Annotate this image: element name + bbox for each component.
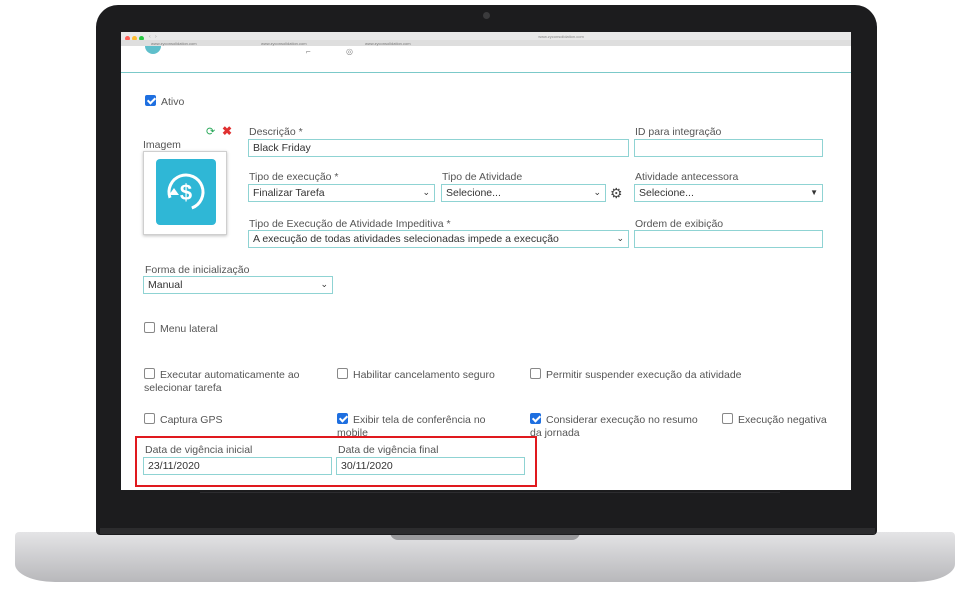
captura-gps-checkbox[interactable] xyxy=(144,413,155,424)
executar-auto-label-cont: selecionar tarefa xyxy=(144,382,222,394)
descricao-label: Descrição * xyxy=(249,126,303,138)
descricao-input[interactable]: Black Friday xyxy=(248,139,629,157)
tipo-execucao-impeditiva-label: Tipo de Execução de Atividade Impeditiva… xyxy=(249,218,451,230)
considerar-execucao-checkbox[interactable] xyxy=(530,413,541,424)
money-cycle-icon: $ xyxy=(156,159,216,225)
forma-inicializacao-label: Forma de inicialização xyxy=(145,264,250,276)
ordem-exibicao-input[interactable] xyxy=(634,230,823,248)
laptop-hinge xyxy=(100,528,875,534)
permitir-suspender-label: Permitir suspender execução da atividade xyxy=(546,369,742,381)
screen: ‹ › www.zyconsolidation.com www.zyconsol… xyxy=(121,32,851,490)
tipo-execucao-select[interactable]: Finalizar Tarefa ⌄ xyxy=(248,184,435,202)
execucao-negativa-checkbox[interactable] xyxy=(722,413,733,424)
id-integracao-label: ID para integração xyxy=(635,126,722,138)
camera-icon xyxy=(483,12,490,19)
tipo-atividade-select[interactable]: Selecione... ⌄ xyxy=(441,184,606,202)
ordem-exibicao-label: Ordem de exibição xyxy=(635,218,724,230)
image-preview[interactable]: $ xyxy=(143,151,227,235)
considerar-execucao-label-cont: da jornada xyxy=(530,427,580,439)
gear-icon[interactable]: ⚙ xyxy=(610,185,623,202)
highlight-box xyxy=(135,436,537,487)
executar-auto-checkbox[interactable] xyxy=(144,368,155,379)
chevron-down-icon: ⌄ xyxy=(422,187,430,197)
atividade-antecessora-label: Atividade antecessora xyxy=(635,171,739,183)
tab-strip: www.zyconsolidation.com www.zyconsolidat… xyxy=(121,40,851,46)
tipo-execucao-impeditiva-select[interactable]: A execução de todas atividades seleciona… xyxy=(248,230,629,248)
delete-icon[interactable]: ✖ xyxy=(222,124,232,138)
tipo-atividade-value: Selecione... xyxy=(446,187,501,199)
browser-toolbar: ‹ › www.zyconsolidation.com www.zyconsol… xyxy=(121,32,851,46)
tipo-execucao-impeditiva-value: A execução de todas atividades seleciona… xyxy=(253,233,559,245)
forma-inicializacao-value: Manual xyxy=(148,279,183,291)
svg-text:$: $ xyxy=(180,180,192,205)
app-logo xyxy=(145,46,161,54)
tipo-execucao-label: Tipo de execução * xyxy=(249,171,339,183)
settings-icon[interactable]: ◎ xyxy=(346,47,353,56)
chevron-down-icon: ⌄ xyxy=(616,233,624,243)
exibir-tela-label: Exibir tela de conferência no xyxy=(353,414,486,426)
triangle-down-icon: ▼ xyxy=(810,188,818,197)
tipo-execucao-value: Finalizar Tarefa xyxy=(253,187,325,199)
exibir-tela-checkbox[interactable] xyxy=(337,413,348,424)
browser-tab[interactable]: www.zyconsolidation.com xyxy=(261,41,307,47)
ativo-checkbox[interactable] xyxy=(145,95,156,106)
id-integracao-input[interactable] xyxy=(634,139,823,157)
header-divider xyxy=(121,72,851,73)
habilitar-cancelamento-label: Habilitar cancelamento seguro xyxy=(353,369,495,381)
menu-lateral-label: Menu lateral xyxy=(160,323,218,335)
executar-auto-label: Executar automaticamente ao xyxy=(160,369,300,381)
considerar-execucao-label: Considerar execução no resumo xyxy=(546,414,698,426)
captura-gps-label: Captura GPS xyxy=(160,414,223,426)
atividade-antecessora-value: Selecione... xyxy=(639,187,694,199)
chevron-down-icon: ⌄ xyxy=(320,279,328,289)
sync-icon[interactable]: ⟳ xyxy=(206,125,215,138)
execucao-negativa-label: Execução negativa xyxy=(738,414,827,426)
browser-tab[interactable]: www.zyconsolidation.com xyxy=(365,41,411,47)
menu-lateral-checkbox[interactable] xyxy=(144,322,155,333)
header-icon[interactable]: ⌐ xyxy=(306,47,311,56)
chevron-down-icon: ⌄ xyxy=(593,187,601,197)
atividade-antecessora-select[interactable]: Selecione... ▼ xyxy=(634,184,823,202)
forma-inicializacao-select[interactable]: Manual ⌄ xyxy=(143,276,333,294)
imagem-label: Imagem xyxy=(143,139,181,151)
permitir-suspender-checkbox[interactable] xyxy=(530,368,541,379)
habilitar-cancelamento-checkbox[interactable] xyxy=(337,368,348,379)
keyboard-shadow xyxy=(200,492,780,522)
ativo-label: Ativo xyxy=(161,96,185,108)
tipo-atividade-label: Tipo de Atividade xyxy=(442,171,523,183)
laptop-mockup: ‹ › www.zyconsolidation.com www.zyconsol… xyxy=(0,0,969,598)
